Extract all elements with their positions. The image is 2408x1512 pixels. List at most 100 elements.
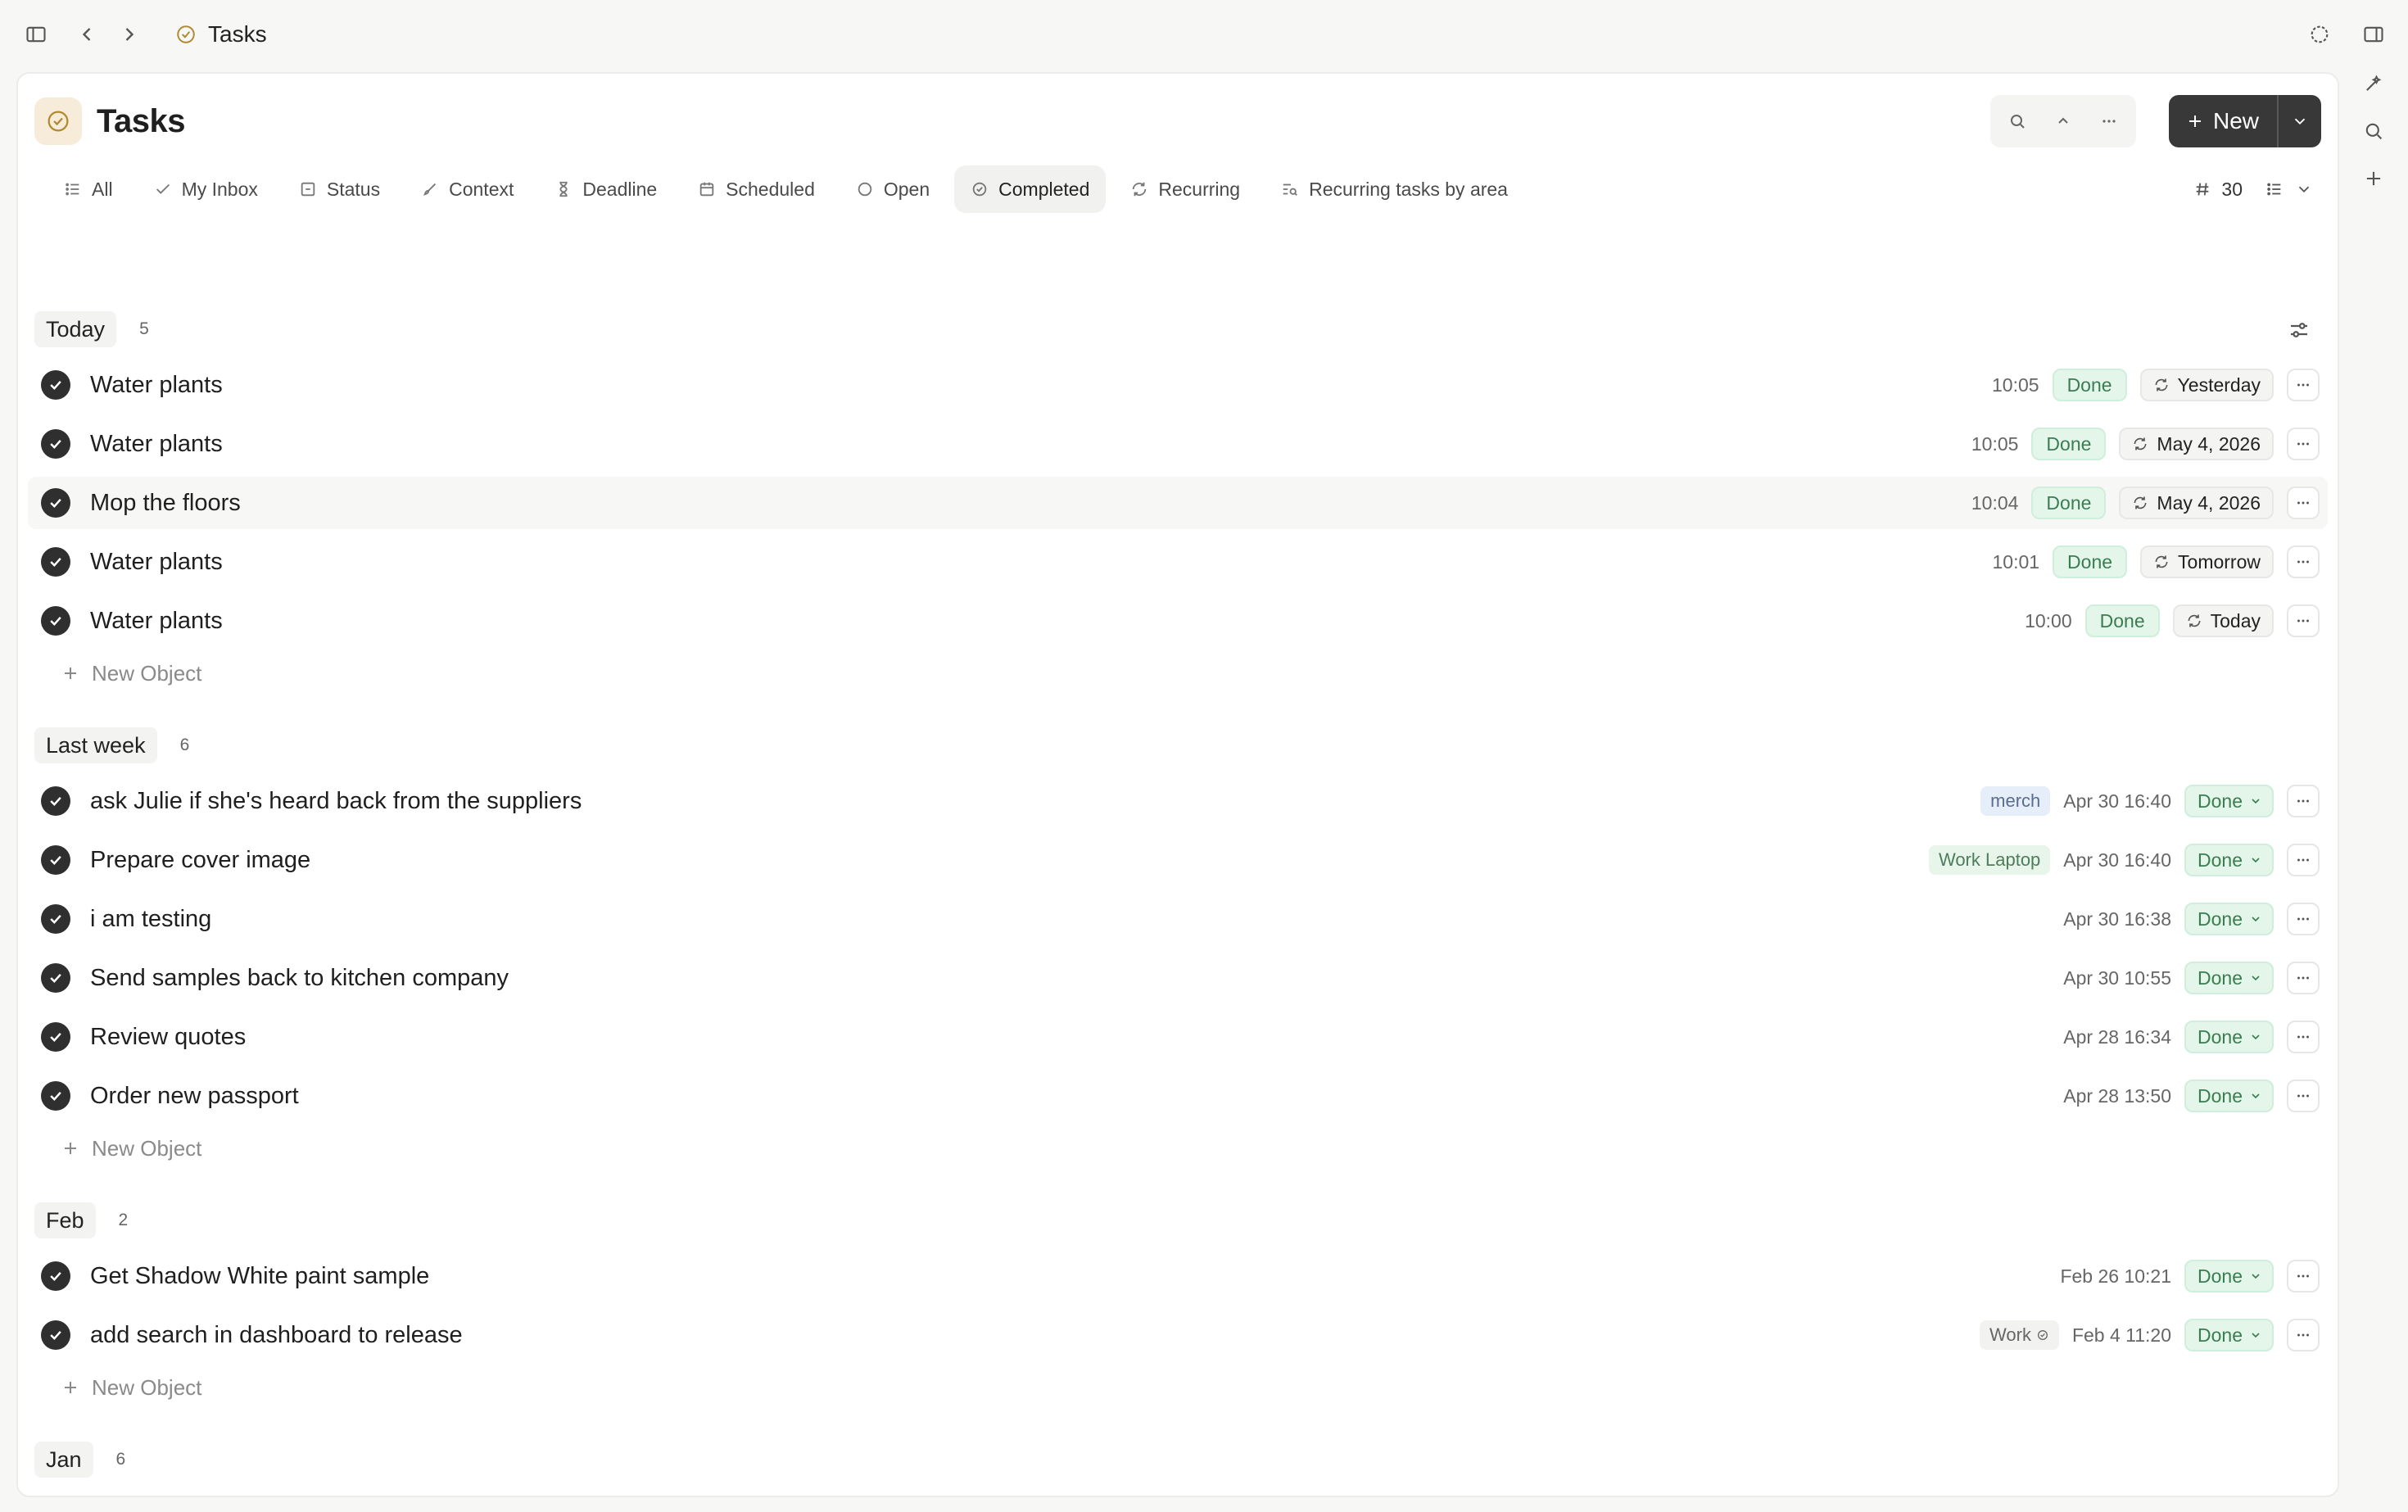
completed-checkbox[interactable] — [41, 1261, 70, 1291]
status-badge[interactable]: Done — [2031, 487, 2107, 519]
new-main-button[interactable]: New — [2169, 95, 2277, 147]
context-tag[interactable]: Work — [1980, 1320, 2059, 1350]
recurrence-date[interactable]: May 4, 2026 — [2119, 487, 2274, 519]
chevron-up-icon[interactable] — [2043, 101, 2084, 142]
sidebar-toggle-icon[interactable] — [15, 13, 57, 56]
row-more-icon[interactable] — [2287, 903, 2320, 935]
status-select[interactable]: Done — [2184, 844, 2274, 876]
completed-checkbox[interactable] — [41, 488, 70, 518]
filter-settings-icon[interactable] — [2287, 318, 2311, 342]
tab-deadline[interactable]: Deadline — [538, 165, 673, 213]
task-title[interactable]: add search in dashboard to release — [90, 1322, 463, 1349]
tab-completed[interactable]: Completed — [954, 165, 1107, 213]
tab-recurring-tasks-by-area[interactable]: Recurring tasks by area — [1265, 165, 1524, 213]
status-select[interactable]: Done — [2184, 1080, 2274, 1112]
context-tag[interactable]: Work Laptop — [1928, 845, 2051, 875]
tab-status[interactable]: Status — [283, 165, 396, 213]
group-header[interactable]: Jan 6 — [34, 1442, 125, 1478]
row-more-icon[interactable] — [2287, 428, 2320, 460]
status-badge[interactable]: Done — [2052, 369, 2127, 401]
row-more-icon[interactable] — [2287, 1319, 2320, 1351]
rail-add-icon[interactable] — [2352, 157, 2395, 200]
group-header[interactable]: Last week 6 — [34, 727, 189, 763]
recurrence-date[interactable]: Today — [2172, 604, 2274, 637]
task-title[interactable]: Review quotes — [90, 1024, 246, 1051]
task-title[interactable]: Water plants — [90, 608, 223, 635]
status-badge[interactable]: Done — [2031, 428, 2107, 460]
row-more-icon[interactable] — [2287, 604, 2320, 637]
task-title[interactable]: i am testing — [90, 906, 211, 933]
context-tag[interactable]: merch — [1980, 786, 2051, 816]
task-row[interactable]: ask Julie if she's heard back from the s… — [28, 775, 2328, 827]
task-row[interactable]: Order new passport Apr 28 13:50 Done — [28, 1070, 2328, 1122]
task-row[interactable]: add search in dashboard to release Work Fe… — [28, 1309, 2328, 1361]
right-panel-toggle-icon[interactable] — [2352, 13, 2395, 56]
completed-checkbox[interactable] — [41, 963, 70, 993]
task-title[interactable]: ask Julie if she's heard back from the s… — [90, 788, 582, 815]
tab-open[interactable]: Open — [840, 165, 946, 213]
new-object-button[interactable]: New Object — [61, 1130, 201, 1166]
back-arrow-icon[interactable] — [66, 13, 108, 56]
forward-arrow-icon[interactable] — [108, 13, 151, 56]
new-object-button[interactable]: New Object — [61, 1369, 201, 1406]
task-row[interactable]: Mop the floors 10:04 Done May 4, 2026 — [28, 477, 2328, 529]
tab-context[interactable]: Context — [405, 165, 530, 213]
tab-all[interactable]: All — [48, 165, 129, 213]
recurrence-date[interactable]: May 4, 2026 — [2119, 428, 2274, 460]
sync-icon[interactable] — [2298, 13, 2341, 56]
status-select[interactable]: Done — [2184, 1319, 2274, 1351]
new-button[interactable]: New — [2168, 95, 2321, 147]
task-title[interactable]: Send samples back to kitchen company — [90, 965, 509, 992]
row-more-icon[interactable] — [2287, 1021, 2320, 1053]
completed-checkbox[interactable] — [41, 606, 70, 636]
window-breadcrumb[interactable]: Tasks — [175, 16, 267, 52]
status-select[interactable]: Done — [2184, 903, 2274, 935]
page-icon[interactable] — [34, 97, 82, 145]
task-row[interactable]: Get Shadow White paint sample Feb 26 10:2… — [28, 1250, 2328, 1302]
task-row[interactable]: Remember to call mum backJan 30 11:55Don… — [28, 1489, 2328, 1496]
row-more-icon[interactable] — [2287, 962, 2320, 994]
more-icon[interactable] — [2089, 101, 2130, 142]
completed-checkbox[interactable] — [41, 1320, 70, 1350]
search-icon[interactable] — [1997, 101, 2038, 142]
row-more-icon[interactable] — [2287, 487, 2320, 519]
new-object-button[interactable]: New Object — [61, 655, 201, 691]
task-row[interactable]: Water plants 10:05 Done May 4, 2026 — [28, 418, 2328, 470]
completed-checkbox[interactable] — [41, 904, 70, 934]
row-more-icon[interactable] — [2287, 1260, 2320, 1292]
status-select[interactable]: Done — [2184, 962, 2274, 994]
row-more-icon[interactable] — [2287, 785, 2320, 817]
tab-recurring[interactable]: Recurring — [1114, 165, 1256, 213]
task-title[interactable]: Water plants — [90, 549, 223, 576]
view-layout-button[interactable] — [2265, 180, 2313, 198]
task-title[interactable]: Order new passport — [90, 1083, 299, 1110]
completed-checkbox[interactable] — [41, 429, 70, 459]
completed-checkbox[interactable] — [41, 547, 70, 577]
task-title[interactable]: Mop the floors — [90, 490, 241, 517]
status-select[interactable]: Done — [2184, 785, 2274, 817]
task-title[interactable]: Get Shadow White paint sample — [90, 1263, 429, 1290]
row-more-icon[interactable] — [2287, 545, 2320, 578]
task-row[interactable]: Send samples back to kitchen company Apr … — [28, 952, 2328, 1004]
task-row[interactable]: Water plants 10:01 Done Tomorrow — [28, 536, 2328, 588]
status-select[interactable]: Done — [2184, 1260, 2274, 1292]
group-header[interactable]: Today 5 — [34, 311, 149, 347]
magic-icon[interactable] — [2352, 62, 2395, 105]
new-dropdown-button[interactable] — [2279, 95, 2321, 147]
task-row[interactable]: Review quotes Apr 28 16:34 Done — [28, 1011, 2328, 1063]
task-row[interactable]: Water plants 10:00 Done Today — [28, 595, 2328, 647]
task-title[interactable]: Prepare cover image — [90, 847, 310, 874]
group-header[interactable]: Feb 2 — [34, 1202, 128, 1238]
task-row[interactable]: i am testing Apr 30 16:38 Done — [28, 893, 2328, 945]
status-badge[interactable]: Done — [2084, 604, 2160, 637]
rail-search-icon[interactable] — [2352, 110, 2395, 152]
status-select[interactable]: Done — [2184, 1021, 2274, 1053]
row-more-icon[interactable] — [2287, 369, 2320, 401]
recurrence-date[interactable]: Tomorrow — [2140, 545, 2274, 578]
task-row[interactable]: Water plants 10:05 Done Yesterday — [28, 359, 2328, 411]
row-more-icon[interactable] — [2287, 1080, 2320, 1112]
completed-checkbox[interactable] — [41, 845, 70, 875]
row-more-icon[interactable] — [2287, 844, 2320, 876]
completed-checkbox[interactable] — [41, 1081, 70, 1111]
recurrence-date[interactable]: Yesterday — [2139, 369, 2274, 401]
